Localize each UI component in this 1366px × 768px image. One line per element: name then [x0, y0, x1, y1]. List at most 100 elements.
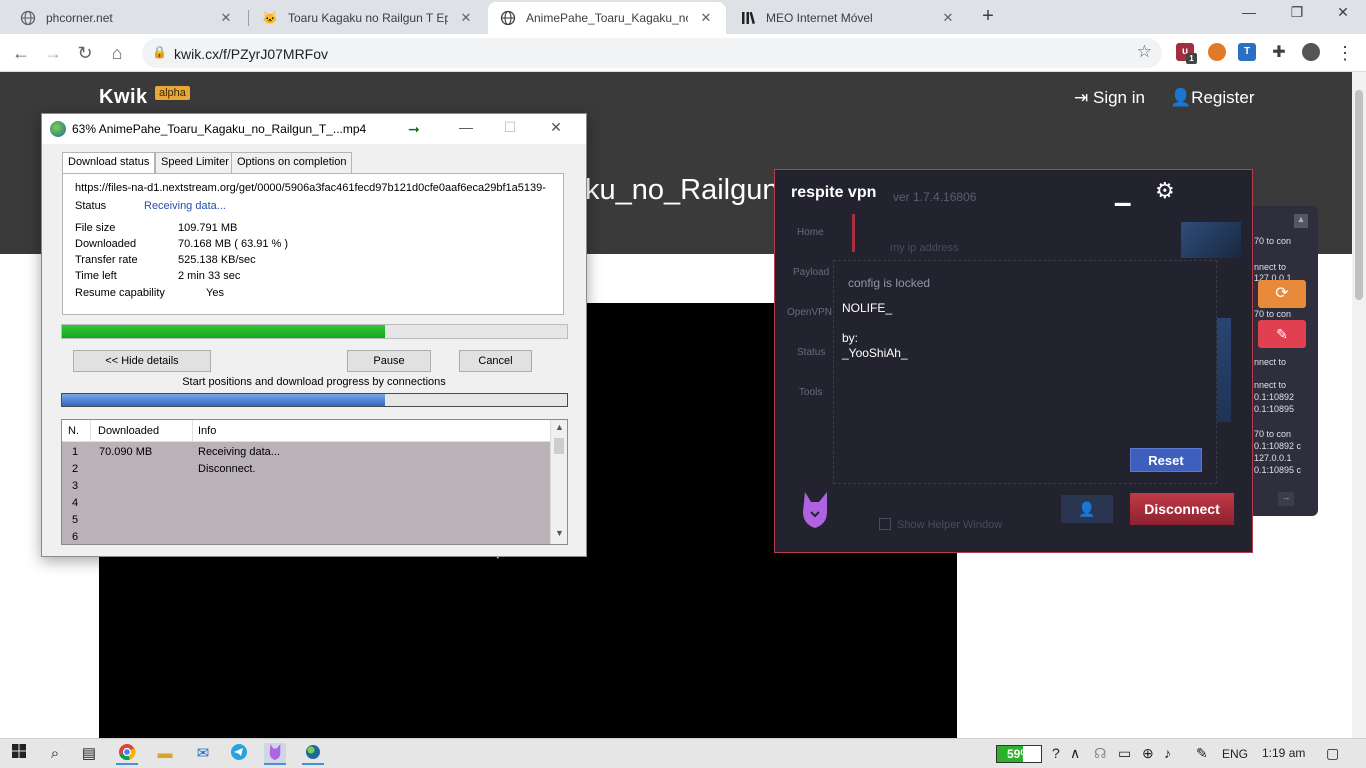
profile-avatar[interactable] — [1302, 43, 1320, 61]
downloaded-value: 70.168 MB ( 63.91 % ) — [178, 238, 289, 250]
task-view-icon[interactable]: ▤ — [78, 743, 100, 765]
minimize-window-icon[interactable]: — — [1234, 4, 1264, 26]
sidebar-item-tools[interactable]: Tools — [799, 387, 822, 398]
respite-vpn-taskbar-icon[interactable] — [264, 743, 286, 765]
resume-value: Yes — [206, 287, 224, 299]
close-tab-icon[interactable]: ✕ — [458, 10, 474, 26]
table-row[interactable]: 5 — [62, 512, 550, 529]
file-explorer-icon[interactable]: ▬ — [154, 743, 176, 765]
row-number: 4 — [72, 497, 79, 509]
sidebar-item-openvpn[interactable]: OpenVPN — [787, 307, 832, 318]
show-helper-checkbox[interactable]: Show Helper Window — [879, 518, 1002, 531]
windows-start-icon[interactable] — [8, 743, 30, 765]
extensions-puzzle-icon[interactable]: ✚ — [1266, 40, 1292, 66]
register-link[interactable]: 👤Register — [1170, 88, 1254, 108]
extension-basketball-icon[interactable] — [1208, 43, 1226, 61]
close-tab-icon[interactable]: ✕ — [218, 10, 234, 26]
menu-kebab-icon[interactable]: ⋮ — [1332, 40, 1358, 66]
tab-phcorner[interactable]: phcorner.net ✕ — [8, 2, 246, 34]
scrollbar-thumb[interactable] — [1355, 90, 1363, 300]
battery-indicator[interactable]: 59% — [996, 745, 1042, 763]
minimize-icon[interactable]: — — [452, 119, 480, 135]
bookmark-star-icon[interactable]: ☆ — [1137, 42, 1152, 62]
mail-icon[interactable]: ✉ — [192, 743, 214, 765]
close-tab-icon[interactable]: ✕ — [698, 10, 714, 26]
tab-options-on-completion[interactable]: Options on completion — [231, 152, 353, 173]
refresh-button[interactable]: ⟳ — [1258, 280, 1306, 308]
gear-icon[interactable]: ⚙ — [1155, 178, 1175, 204]
back-arrow-icon[interactable]: ← — [8, 40, 34, 66]
search-icon[interactable]: ⌕ — [44, 743, 66, 765]
sidebar-item-home[interactable]: Home — [797, 227, 824, 238]
address-bar[interactable]: 🔒 kwik.cx/f/PZyrJ07MRFov ☆ — [142, 38, 1162, 68]
vpn-scrollbar[interactable] — [1217, 318, 1231, 422]
system-clock[interactable]: 1:19 am — [1262, 746, 1305, 760]
tab-animepahe[interactable]: AnimePahe_Toaru_Kagaku_no_Ra ✕ — [488, 2, 726, 34]
kwik-logo[interactable]: Kwik — [99, 86, 148, 109]
user-button[interactable]: 👤 — [1061, 495, 1113, 523]
close-window-icon[interactable]: ✕ — [1328, 4, 1358, 26]
forward-arrow-icon[interactable]: → — [40, 40, 66, 66]
help-icon[interactable]: ? — [1052, 745, 1060, 761]
minimize-icon[interactable]: ▁ — [1115, 182, 1130, 207]
download-dialog-titlebar[interactable]: 63% AnimePahe_Toaru_Kagaku_no_Railgun_T_… — [42, 114, 586, 144]
pause-button[interactable]: Pause — [347, 350, 431, 372]
alpha-badge: alpha — [155, 86, 190, 100]
table-row[interactable]: 3 — [62, 478, 550, 495]
restore-window-icon[interactable]: ❐ — [1282, 4, 1312, 26]
sign-in-link[interactable]: ⇥ Sign in — [1074, 88, 1145, 108]
chrome-icon[interactable] — [116, 743, 138, 765]
column-divider — [90, 420, 91, 442]
sidebar-item-payload[interactable]: Payload — [793, 267, 829, 278]
table-row[interactable]: 1 70.090 MB Receiving data... — [62, 444, 550, 461]
close-icon[interactable]: ✕ — [542, 119, 570, 136]
telegram-icon[interactable] — [228, 743, 250, 765]
log-line: 0.1:10895 c — [1254, 465, 1302, 475]
tab-download-status[interactable]: Download status — [62, 152, 156, 174]
row-number: 2 — [72, 463, 79, 475]
column-header-n[interactable]: N. — [68, 425, 79, 437]
network-globe-icon[interactable]: ⊕ — [1142, 745, 1154, 762]
arrow-right-icon[interactable]: → — [1278, 492, 1294, 506]
scroll-down-icon[interactable]: ▼ — [551, 528, 567, 542]
reset-button[interactable]: Reset — [1130, 448, 1202, 472]
config-locked-dialog: config is locked NOLIFE_ by: _YooShiAh_ … — [833, 260, 1217, 484]
tab-speed-limiter[interactable]: Speed Limiter — [155, 152, 235, 173]
scroll-up-icon[interactable]: ▲ — [551, 422, 567, 436]
extension-badge: 1 — [1186, 53, 1197, 64]
clear-log-button[interactable]: ✎ — [1258, 320, 1306, 348]
idm-taskbar-icon[interactable] — [302, 743, 324, 765]
scroll-up-icon[interactable]: ▲ — [1294, 214, 1308, 228]
sidebar-item-status[interactable]: Status — [797, 347, 825, 358]
table-row[interactable]: 2 Disconnect. — [62, 461, 550, 478]
home-icon[interactable]: ⌂ — [104, 40, 130, 66]
pen-icon[interactable]: ✎ — [1196, 745, 1208, 762]
download-progress-fill — [62, 325, 385, 338]
reload-icon[interactable]: ↻ — [72, 40, 98, 66]
table-row[interactable]: 4 — [62, 495, 550, 512]
column-header-info[interactable]: Info — [198, 425, 216, 437]
close-tab-icon[interactable]: ✕ — [940, 10, 956, 26]
battery-icon[interactable]: ▭ — [1118, 745, 1131, 762]
language-indicator[interactable]: ENG — [1222, 747, 1248, 761]
column-header-downloaded[interactable]: Downloaded — [98, 425, 159, 437]
download-url: https://files-na-d1.nextstream.org/get/0… — [75, 182, 546, 194]
headset-icon[interactable]: ☊ — [1094, 745, 1106, 762]
cancel-button[interactable]: Cancel — [459, 350, 532, 372]
show-helper-label: Show Helper Window — [897, 519, 1003, 531]
new-tab-button[interactable]: + — [976, 5, 1000, 29]
extension-translate-icon[interactable]: T — [1238, 43, 1256, 61]
tab-meo[interactable]: MEO Internet Móvel ✕ — [728, 2, 968, 34]
hide-details-button[interactable]: << Hide details — [73, 350, 211, 372]
volume-icon[interactable]: ♪ — [1164, 745, 1171, 761]
tab-railgun[interactable]: 🐱 Toaru Kagaku no Railgun T Ep. 19 ✕ — [250, 2, 486, 34]
connections-scrollbar[interactable]: ▲ ▼ — [550, 420, 567, 544]
page-scrollbar[interactable] — [1352, 72, 1366, 738]
scrollbar-thumb[interactable] — [554, 438, 564, 454]
server-flag[interactable] — [1181, 222, 1241, 258]
status-label: Status — [75, 200, 107, 212]
disconnect-button[interactable]: Disconnect — [1130, 493, 1234, 525]
chevron-up-icon[interactable]: ∧ — [1070, 745, 1080, 762]
table-row[interactable]: 6 — [62, 529, 550, 544]
notifications-icon[interactable]: ▢ — [1326, 745, 1339, 762]
